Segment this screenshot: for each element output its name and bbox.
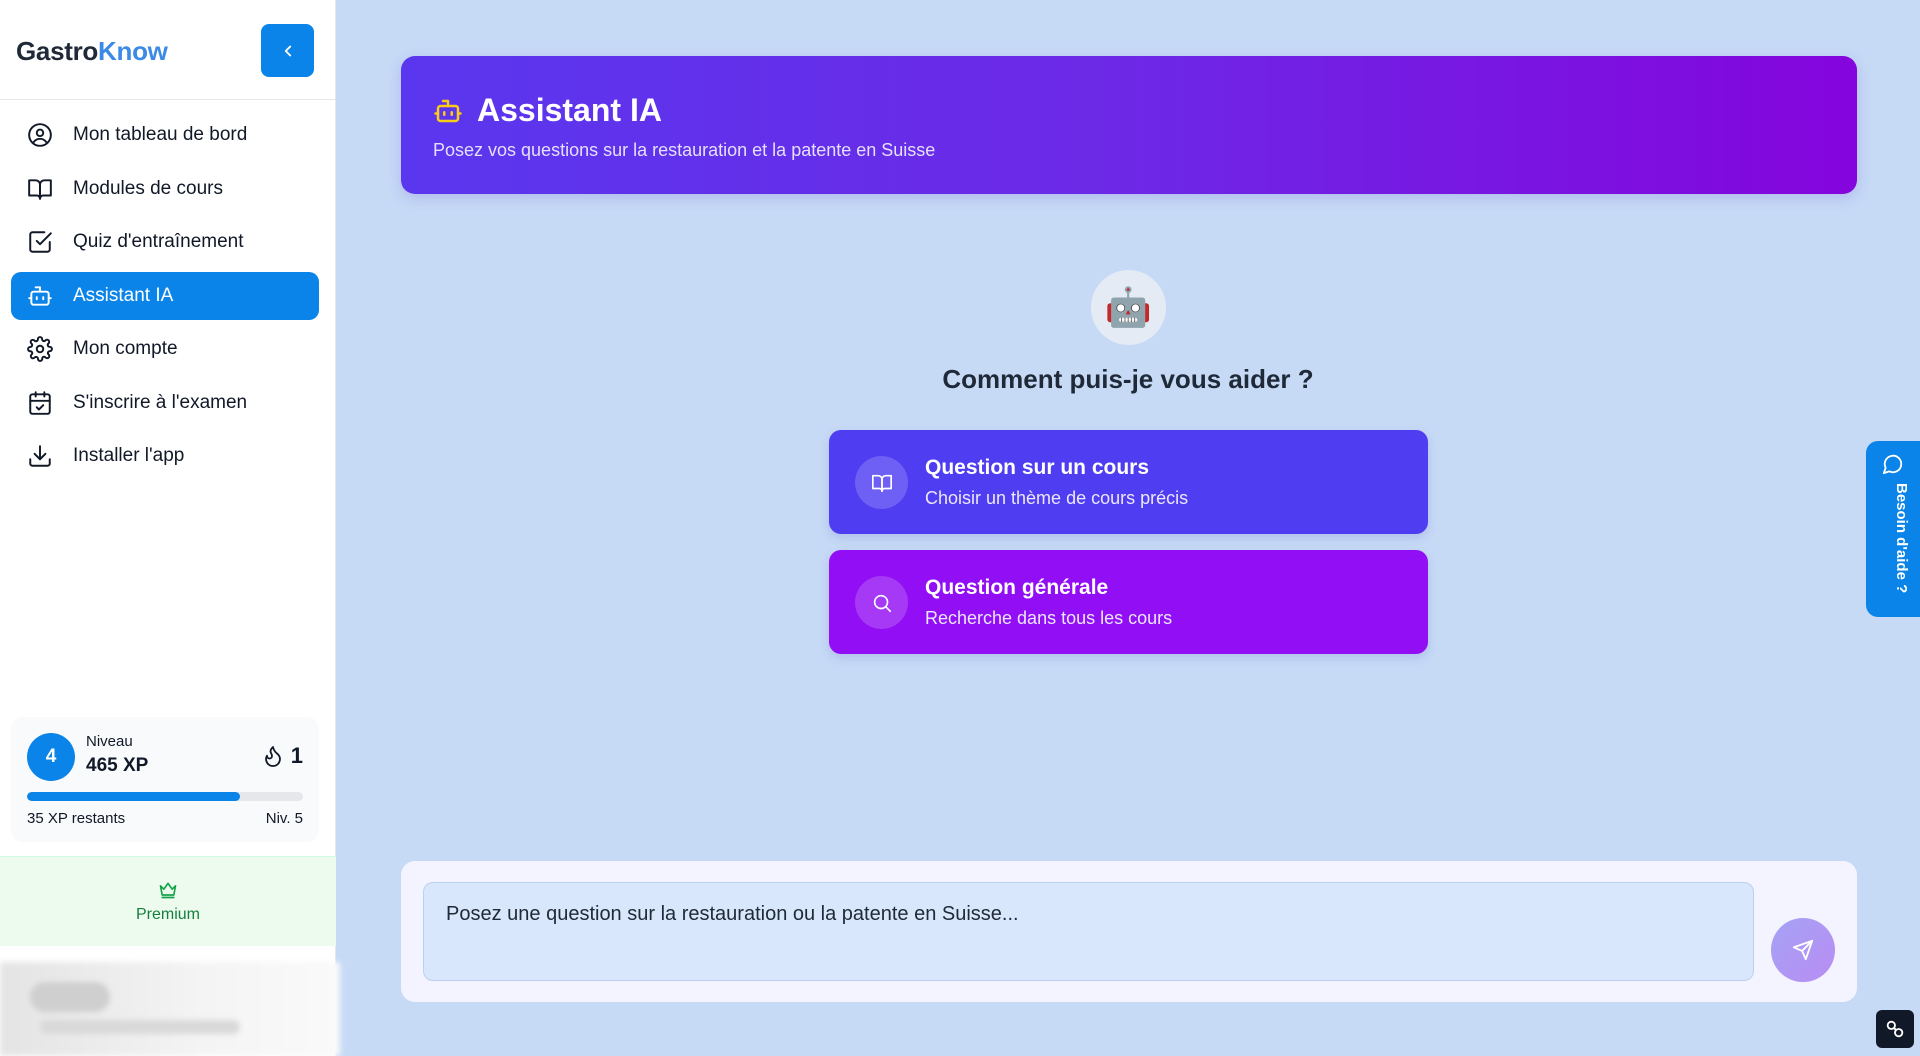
sidebar-item-label: Modules de cours	[73, 177, 223, 199]
chat-input[interactable]	[423, 882, 1754, 981]
sidebar-header: GastroKnow	[0, 0, 335, 100]
user-name-blurred	[40, 1020, 240, 1034]
sidebar-item-exam[interactable]: S'inscrire à l'examen	[11, 379, 319, 427]
check-square-icon	[29, 231, 52, 253]
book-open-icon	[871, 474, 892, 492]
collapse-sidebar-button[interactable]	[261, 24, 314, 77]
page-title: Assistant IA	[477, 92, 662, 128]
sidebar-item-label: Assistant IA	[73, 284, 174, 306]
sidebar: GastroKnow Mon tableau de bord Modules d…	[0, 0, 340, 1056]
xp-progress-bar	[27, 792, 303, 801]
course-question-button[interactable]: Question sur un cours Choisir un thème d…	[829, 430, 1428, 534]
send-icon	[1792, 939, 1814, 961]
bot-icon	[434, 99, 462, 122]
general-question-button[interactable]: Question générale Recherche dans tous le…	[829, 550, 1428, 654]
option-subtitle: Recherche dans tous les cours	[925, 608, 1173, 628]
gear-icon	[27, 336, 53, 362]
premium-label: Premium	[135, 905, 200, 923]
sidebar-item-account[interactable]: Mon compte	[11, 325, 319, 373]
option-subtitle: Choisir un thème de cours précis	[925, 488, 1189, 508]
calendar-check-icon	[29, 390, 51, 415]
sidebar-nav: Mon tableau de bord Modules de cours Qui…	[11, 111, 319, 486]
user-circle-icon	[28, 123, 52, 147]
chevron-left-icon	[284, 45, 291, 56]
sidebar-item-assistant[interactable]: Assistant IA	[11, 271, 319, 320]
flame-icon	[264, 746, 281, 767]
next-level: Niv. 5	[265, 810, 303, 827]
download-icon	[29, 445, 51, 467]
chat-bubble-icon	[1882, 454, 1903, 475]
sidebar-item-dashboard[interactable]: Mon tableau de bord	[11, 111, 319, 159]
sidebar-item-courses[interactable]: Modules de cours	[11, 165, 319, 213]
book-open-icon	[28, 178, 52, 200]
corner-widget[interactable]	[1876, 1010, 1914, 1048]
sidebar-item-label: Quiz d'entraînement	[73, 231, 244, 252]
streak-count: 1	[290, 743, 303, 768]
level-label: Niveau	[86, 733, 133, 750]
user-profile-blurred[interactable]	[0, 962, 340, 1056]
avatar	[30, 982, 110, 1012]
sidebar-item-label: Mon compte	[73, 338, 178, 359]
level-xp: 465 XP	[86, 755, 149, 776]
option-title: Question générale	[925, 576, 1109, 599]
help-heading: Comment puis-je vous aider ?	[942, 364, 1314, 394]
bot-avatar: 🤖	[1091, 270, 1166, 345]
page-subtitle: Posez vos questions sur la restauration …	[433, 140, 936, 160]
sidebar-item-install[interactable]: Installer l'app	[11, 432, 319, 480]
level-card: 4 Niveau 465 XP 1 35 XP restants Niv. 5	[11, 717, 319, 842]
sidebar-item-label: Mon tableau de bord	[73, 124, 248, 145]
bot-icon	[28, 285, 52, 306]
chat-input-card	[401, 861, 1857, 1002]
xp-progress-fill	[27, 792, 240, 801]
sidebar-item-label: S'inscrire à l'examen	[73, 391, 248, 413]
streak-counter: 1	[261, 743, 303, 769]
premium-button[interactable]: Premium	[0, 856, 336, 946]
crown-icon	[159, 882, 177, 898]
robot-emoji-icon: 🤖	[1104, 286, 1153, 329]
app-logo[interactable]: GastroKnow	[16, 36, 168, 67]
sidebar-item-label: Installer l'app	[73, 445, 185, 466]
option-title: Question sur un cours	[925, 456, 1150, 479]
page-header: Assistant IA Posez vos questions sur la …	[401, 56, 1857, 194]
send-button[interactable]	[1771, 918, 1835, 982]
xp-remaining: 35 XP restants	[27, 810, 126, 827]
link-icon	[1886, 1020, 1904, 1038]
search-icon	[873, 594, 891, 612]
sidebar-item-quiz[interactable]: Quiz d'entraînement	[11, 218, 319, 266]
help-tab-label: Besoin d'aide ?	[1893, 483, 1910, 594]
level-badge: 4	[27, 733, 75, 781]
help-tab[interactable]: Besoin d'aide ?	[1866, 441, 1920, 617]
